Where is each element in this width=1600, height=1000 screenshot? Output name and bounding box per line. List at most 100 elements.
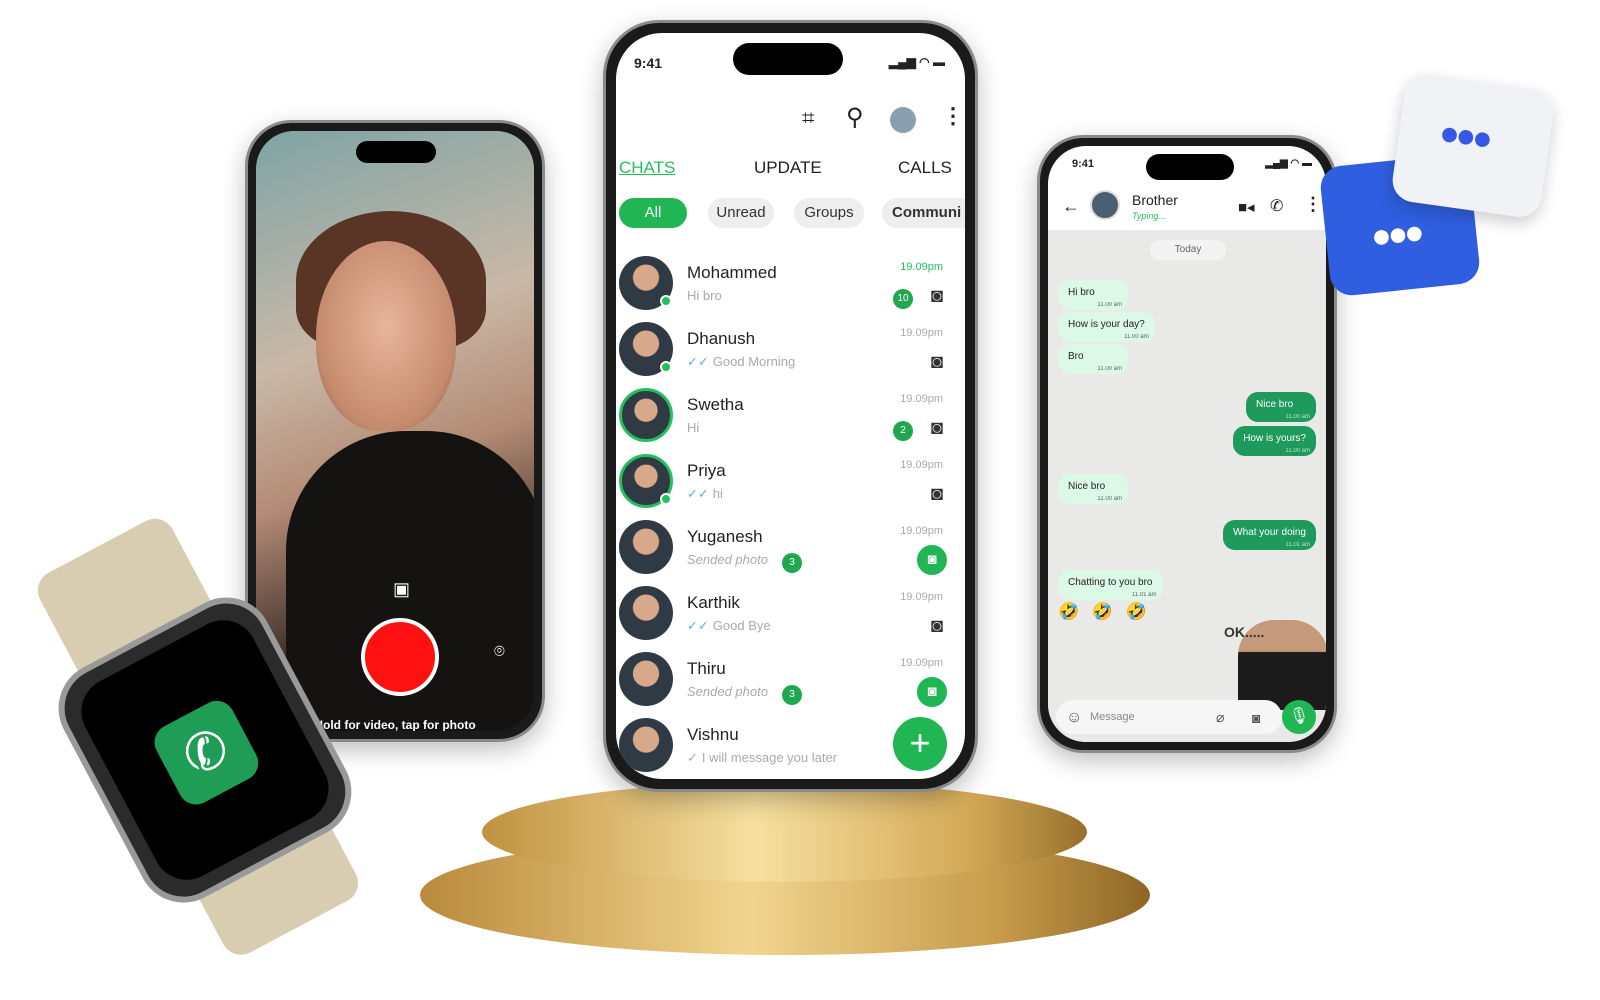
filter-all[interactable]: All [619,198,687,228]
camera-icon[interactable]: ◙ [1252,710,1260,726]
sticker-text: OK..... [1224,624,1265,640]
phone-call-icon[interactable]: ✆ [1270,196,1283,216]
filter-unread[interactable]: Unread [708,198,774,228]
day-divider: Today [1150,240,1226,260]
chat-name: Yuganesh [687,527,763,546]
online-indicator [660,295,672,307]
search-icon[interactable]: ⚲ [846,103,864,132]
chat-row[interactable]: Thiru Sended photo 19.09pm 3 ◙ [616,649,965,715]
double-tick-icon: ✓✓ [687,354,709,369]
message-time: 11.00 am [1285,448,1310,454]
outgoing-message[interactable]: How is yours? 11.00 am [1233,426,1316,456]
message-text: How is your day? [1068,319,1145,330]
chat-preview: I will message you later [701,750,838,765]
chats-phone: 9:41 ▂▄▆ ◠ ▬ ⌗ ⚲ ⋮ CHATS UPDATE CALLS Al… [603,20,978,792]
message-text: Nice bro [1068,481,1106,492]
chat-name: Swetha [687,395,744,414]
emoji-reaction: 🤣 🤣 🤣 [1058,602,1151,621]
unread-badge: 2 [893,421,913,441]
chat-time: 19.09pm [900,591,943,603]
unread-badge: 3 [782,685,802,705]
qr-scan-icon[interactable]: ⌗ [802,105,814,131]
chat-time: 19.09pm [900,525,943,537]
camera-icon[interactable]: ◙ [931,483,943,506]
camera-flip-icon[interactable]: ⌾ [494,641,505,662]
message-text: Bro [1068,351,1084,362]
chat-time: 19.09pm [900,261,943,273]
message-time: 11.01 am [1131,592,1157,598]
avatar[interactable] [619,718,673,772]
chat-row[interactable]: Dhanush ✓✓ Good Morning 19.09pm ◙ [616,319,965,385]
chat-time: 19.09pm [900,327,943,339]
gallery-icon[interactable]: ▣ [393,579,410,600]
avatar[interactable] [890,107,916,133]
more-vert-icon[interactable]: ⋮ [1304,194,1322,215]
chat-row[interactable]: Karthik ✓✓ Good Bye 19.09pm ◙ [616,583,965,649]
typing-status: Typing... [1132,211,1166,221]
chat-preview: Hi [687,420,700,435]
message-text: Hi bro [1068,287,1095,298]
conversation-phone: 9:41 ▂▄▆ ◠ ▬ ← Brother Typing... ■◂ ✆ ⋮ … [1037,135,1337,753]
online-indicator [660,361,672,373]
outgoing-message[interactable]: Nice bro 11.00 am [1246,392,1316,422]
message-input[interactable]: Message [1056,700,1282,734]
tab-chats[interactable]: CHATS [619,158,675,178]
chat-row[interactable]: Mohammed Hi bro 19.09pm 10 ◙ [616,253,965,319]
record-button[interactable] [361,618,439,696]
incoming-message[interactable]: Nice bro 11.00 am [1058,474,1128,504]
online-indicator [660,493,672,505]
chat-name: Thiru [687,659,726,678]
camera-button[interactable]: ◙ [917,545,947,575]
outgoing-message[interactable]: What your doing 11.01 am [1223,520,1316,550]
status-icons: ▂▄▆ ◠ ▬ [888,55,945,69]
tab-calls[interactable]: CALLS [898,158,952,178]
contact-avatar[interactable] [1090,190,1120,220]
incoming-message[interactable]: Bro 11.00 am [1058,344,1128,374]
camera-icon[interactable]: ◙ [931,285,943,308]
chat-time: 19.09pm [900,657,943,669]
unread-badge: 10 [893,289,913,309]
chat-name: Dhanush [687,329,756,348]
chat-bubbles-icon-back: ●●● [1389,72,1557,220]
camera-icon[interactable]: ◙ [931,417,943,440]
podium-top [482,782,1087,882]
double-tick-icon: ✓✓ [687,486,709,501]
avatar[interactable] [619,388,673,442]
tab-update[interactable]: UPDATE [754,158,822,178]
message-time: 11.00 am [1097,302,1122,308]
camera-icon[interactable]: ◙ [931,615,943,638]
chat-row[interactable]: Yuganesh Sended photo 19.09pm 3 ◙ [616,517,965,583]
more-vert-icon[interactable]: ⋮ [942,103,964,129]
chat-preview: Sended photo [687,552,768,567]
emoji-icon[interactable]: ☺ [1066,709,1082,727]
status-icons: ▂▄▆ ◠ ▬ [1265,158,1312,169]
incoming-message[interactable]: Chatting to you bro 11.01 am [1058,570,1163,600]
incoming-message[interactable]: Hi bro 11.00 am [1058,280,1128,310]
new-chat-button[interactable]: + [893,717,947,771]
filter-groups[interactable]: Groups [794,198,864,228]
message-text: Nice bro [1256,399,1294,410]
unread-badge: 3 [782,553,802,573]
camera-icon[interactable]: ◙ [931,351,943,374]
camera-button[interactable]: ◙ [917,677,947,707]
message-text: Chatting to you bro [1068,577,1153,588]
video-call-icon[interactable]: ■◂ [1238,198,1255,216]
mic-button[interactable]: 🎙 [1282,700,1316,734]
chat-time: 19.09pm [900,459,943,471]
incoming-message[interactable]: How is your day? 11.00 am [1058,312,1155,342]
status-time: 9:41 [1072,158,1095,170]
chat-background: Today Hi bro 11.00 am How is your day? 11.0… [1048,230,1326,742]
chat-name: Karthik [687,593,740,612]
chat-row[interactable]: Swetha Hi 19.09pm 2 ◙ [616,385,965,451]
avatar[interactable] [619,586,673,640]
back-arrow-icon[interactable]: ← [1062,196,1080,217]
chat-row[interactable]: Priya ✓✓ hi 19.09pm ◙ [616,451,965,517]
avatar[interactable] [619,652,673,706]
contact-name[interactable]: Brother [1132,192,1178,208]
avatar[interactable] [619,520,673,574]
whatsapp-icon[interactable]: ✆ [148,694,265,811]
filter-communities[interactable]: Communi [882,198,965,228]
attach-icon[interactable]: ⌀ [1216,709,1224,726]
message-time: 11.00 am [1285,414,1310,420]
chat-time: 19.09pm [900,393,943,405]
